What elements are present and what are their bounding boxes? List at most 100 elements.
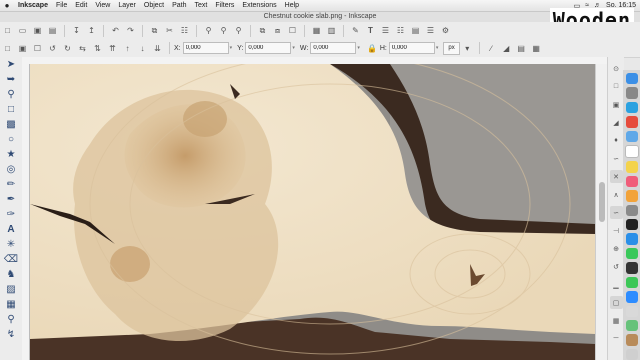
mesh-tool-icon[interactable]: ▦ xyxy=(2,297,20,312)
app-store-icon[interactable] xyxy=(625,233,638,245)
drawing-canvas[interactable] xyxy=(30,64,595,360)
connector-tool-icon[interactable]: ↯ xyxy=(2,327,20,342)
spinner-icon[interactable]: ▾ xyxy=(357,45,360,51)
text-tool-icon[interactable]: A xyxy=(2,222,20,237)
launchpad-icon[interactable] xyxy=(625,87,638,99)
h-input[interactable] xyxy=(388,42,435,54)
select-all-layers-icon[interactable]: ▣ xyxy=(16,42,29,55)
snap-nodes-icon[interactable]: ♦ xyxy=(610,134,623,147)
y-input[interactable] xyxy=(245,42,292,54)
zoom-drawing-icon[interactable]: ⚲ xyxy=(217,24,230,37)
snap-bbox-corner-icon[interactable]: ◢ xyxy=(610,116,623,129)
zoom-page-icon[interactable]: ⚲ xyxy=(232,24,245,37)
messages-icon[interactable] xyxy=(625,247,638,260)
snap-guide-icon[interactable]: ─ xyxy=(610,332,623,345)
calligraphy-tool-icon[interactable]: ✑ xyxy=(2,207,20,222)
ellipse-tool-icon[interactable]: ○ xyxy=(2,132,20,147)
ungroup-icon[interactable]: ▥ xyxy=(325,24,338,37)
export-icon[interactable]: ↥ xyxy=(85,24,98,37)
snap-bbox-edge-icon[interactable]: ▣ xyxy=(610,98,623,111)
selector-tool-icon[interactable]: ➤ xyxy=(2,57,20,72)
mail-icon[interactable] xyxy=(625,130,638,143)
spray-tool-icon[interactable]: ✳ xyxy=(2,237,20,252)
menu-extensions[interactable]: Extensions xyxy=(238,2,280,9)
spiral-tool-icon[interactable]: ◎ xyxy=(2,162,20,177)
snap-page-border-icon[interactable]: ▢ xyxy=(609,296,623,309)
calendar-icon[interactable] xyxy=(624,145,639,159)
photos-icon[interactable] xyxy=(625,190,638,202)
chrome-icon[interactable] xyxy=(625,116,638,128)
bucket-tool-icon[interactable]: ♞ xyxy=(2,267,20,282)
transform-patterns-icon[interactable]: ▦ xyxy=(530,42,543,55)
zoom-tool-icon[interactable]: ⚲ xyxy=(2,87,20,102)
spinner-icon[interactable]: ▾ xyxy=(292,45,295,51)
notes-icon[interactable] xyxy=(625,161,638,173)
apple-icon[interactable]: ● xyxy=(0,1,14,10)
copy-icon[interactable]: ⧉ xyxy=(148,24,161,37)
rotate-cw-icon[interactable]: ↻ xyxy=(61,42,74,55)
vertical-ruler[interactable] xyxy=(22,64,30,360)
unit-select[interactable]: px xyxy=(443,41,460,55)
maps-icon[interactable] xyxy=(625,319,638,332)
transform-gradients-icon[interactable]: ▤ xyxy=(515,42,528,55)
duplicate-icon[interactable]: ⧉ xyxy=(256,24,269,37)
zoom-selection-icon[interactable]: ⚲ xyxy=(202,24,215,37)
snap-intersection-icon[interactable]: ✕ xyxy=(609,170,623,183)
print-icon[interactable]: ▤ xyxy=(46,24,59,37)
snap-midpoint-icon[interactable]: ⊣ xyxy=(610,224,623,237)
preferences-icon[interactable]: ⚙ xyxy=(439,24,452,37)
raise-to-top-icon[interactable]: ⇈ xyxy=(106,42,119,55)
snap-grid-icon[interactable]: ▦ xyxy=(610,314,623,327)
zoom-app-icon[interactable] xyxy=(625,291,638,303)
snap-cusp-icon[interactable]: ∧ xyxy=(610,188,623,201)
settings-icon[interactable] xyxy=(625,204,638,217)
menu-app-name[interactable]: Inkscape xyxy=(14,2,52,9)
text-font-icon[interactable]: T xyxy=(364,24,377,37)
flip-vertical-icon[interactable]: ⇅ xyxy=(91,42,104,55)
snap-bbox-icon[interactable]: □ xyxy=(610,80,623,93)
snap-center-icon[interactable]: ⊕ xyxy=(610,242,623,255)
star-tool-icon[interactable]: ★ xyxy=(2,147,20,162)
paste-icon[interactable]: ☷ xyxy=(178,24,191,37)
x-input[interactable] xyxy=(182,42,229,54)
menu-layer[interactable]: Layer xyxy=(114,2,140,9)
spinner-icon[interactable]: ▾ xyxy=(436,45,439,51)
scale-corners-icon[interactable]: ◢ xyxy=(500,42,513,55)
raise-icon[interactable]: ↑ xyxy=(121,42,134,55)
inkscape-icon[interactable] xyxy=(625,262,638,274)
redo-icon[interactable]: ↷ xyxy=(124,24,137,37)
pencil-tool-icon[interactable]: ✏ xyxy=(2,177,20,192)
new-document-icon[interactable]: □ xyxy=(1,24,14,37)
rotate-ccw-icon[interactable]: ↺ xyxy=(46,42,59,55)
pen-tool-icon[interactable]: ✒ xyxy=(2,192,20,207)
lower-icon[interactable]: ↓ xyxy=(136,42,149,55)
w-input[interactable] xyxy=(310,42,357,54)
gradient-tool-icon[interactable]: ▨ xyxy=(2,282,20,297)
eraser-tool-icon[interactable]: ⌫ xyxy=(2,252,20,267)
safari-icon[interactable] xyxy=(625,101,638,114)
layers-icon[interactable]: ☰ xyxy=(379,24,392,37)
snap-smooth-icon[interactable]: ∽ xyxy=(609,206,623,219)
terminal-icon[interactable] xyxy=(625,219,638,231)
lower-to-bottom-icon[interactable]: ⇊ xyxy=(151,42,164,55)
music-icon[interactable] xyxy=(625,175,638,188)
dropper-tool-icon[interactable]: ⚲ xyxy=(2,312,20,327)
cut-icon[interactable]: ✂ xyxy=(163,24,176,37)
contacts-icon[interactable] xyxy=(625,334,638,346)
deselect-icon[interactable]: ☐ xyxy=(31,42,44,55)
menu-filters[interactable]: Filters xyxy=(211,2,238,9)
document-properties-icon[interactable]: ☰ xyxy=(424,24,437,37)
lock-proportions-icon[interactable]: 🔒 xyxy=(366,42,379,55)
snap-rotation-center-icon[interactable]: ↺ xyxy=(610,260,623,273)
import-icon[interactable]: ↧ xyxy=(70,24,83,37)
node-tool-icon[interactable]: ➥ xyxy=(2,72,20,87)
unit-dropdown-icon[interactable]: ▾ xyxy=(461,42,474,55)
preview-icon[interactable] xyxy=(625,305,638,317)
snap-text-baseline-icon[interactable]: ▁ xyxy=(610,278,623,291)
group-icon[interactable]: ▦ xyxy=(310,24,323,37)
undo-icon[interactable]: ↶ xyxy=(109,24,122,37)
scale-stroke-icon[interactable]: ∕ xyxy=(485,42,498,55)
menu-object[interactable]: Object xyxy=(140,2,168,9)
flip-horizontal-icon[interactable]: ⇆ xyxy=(76,42,89,55)
rectangle-tool-icon[interactable]: □ xyxy=(2,102,20,117)
